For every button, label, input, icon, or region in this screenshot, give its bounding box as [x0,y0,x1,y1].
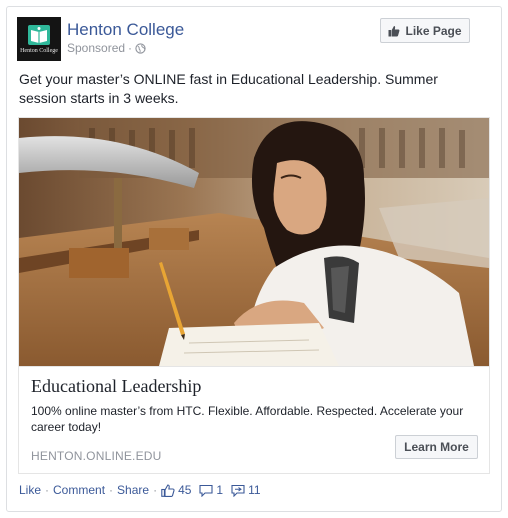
comments-count[interactable]: 1 [199,483,223,497]
comment-bubble-icon [199,484,213,497]
like-page-button[interactable]: Like Page [380,18,470,43]
thumbs-up-icon [161,483,175,497]
post-actions-bar: Like · Comment · Share · 45 1 11 [19,483,269,497]
link-attachment[interactable]: Educational Leadership 100% online maste… [18,117,490,474]
link-description: 100% online master’s from HTC. Flexible.… [31,404,464,434]
share-icon [231,484,245,497]
like-action-link[interactable]: Like [19,483,41,497]
ad-photo-student-studying[interactable] [19,118,489,366]
link-title[interactable]: Educational Leadership [31,376,201,397]
shares-count[interactable]: 11 [231,483,261,497]
link-preview[interactable]: Educational Leadership 100% online maste… [19,366,489,473]
learn-more-button[interactable]: Learn More [395,435,478,459]
page-name-link[interactable]: Henton College [67,20,184,40]
likes-count[interactable]: 45 [161,483,191,497]
share-action-link[interactable]: Share [117,483,149,497]
book-emblem-icon [28,25,50,45]
like-page-label: Like Page [405,23,462,38]
thumbs-up-icon [388,25,400,36]
globe-icon[interactable] [135,42,146,54]
link-domain: HENTON.ONLINE.EDU [31,449,162,463]
comment-action-link[interactable]: Comment [53,483,105,497]
action-separator: · [109,483,114,497]
post-message: Get your master’s ONLINE fast in Educati… [19,71,438,106]
sponsored-separator: · [128,41,133,55]
likes-count-value: 45 [178,483,192,497]
sponsored-label: Sponsored · [67,41,146,55]
shares-count-value: 11 [248,483,261,497]
comments-count-value: 1 [216,483,224,497]
page-avatar[interactable]: Henton College [17,17,61,61]
action-separator: · [45,483,50,497]
action-separator: · [153,483,158,497]
sponsored-post-card: Henton College Henton College Sponsored … [6,6,502,512]
logo-wordmark: Henton College [20,48,58,54]
sponsored-text[interactable]: Sponsored [67,41,125,55]
